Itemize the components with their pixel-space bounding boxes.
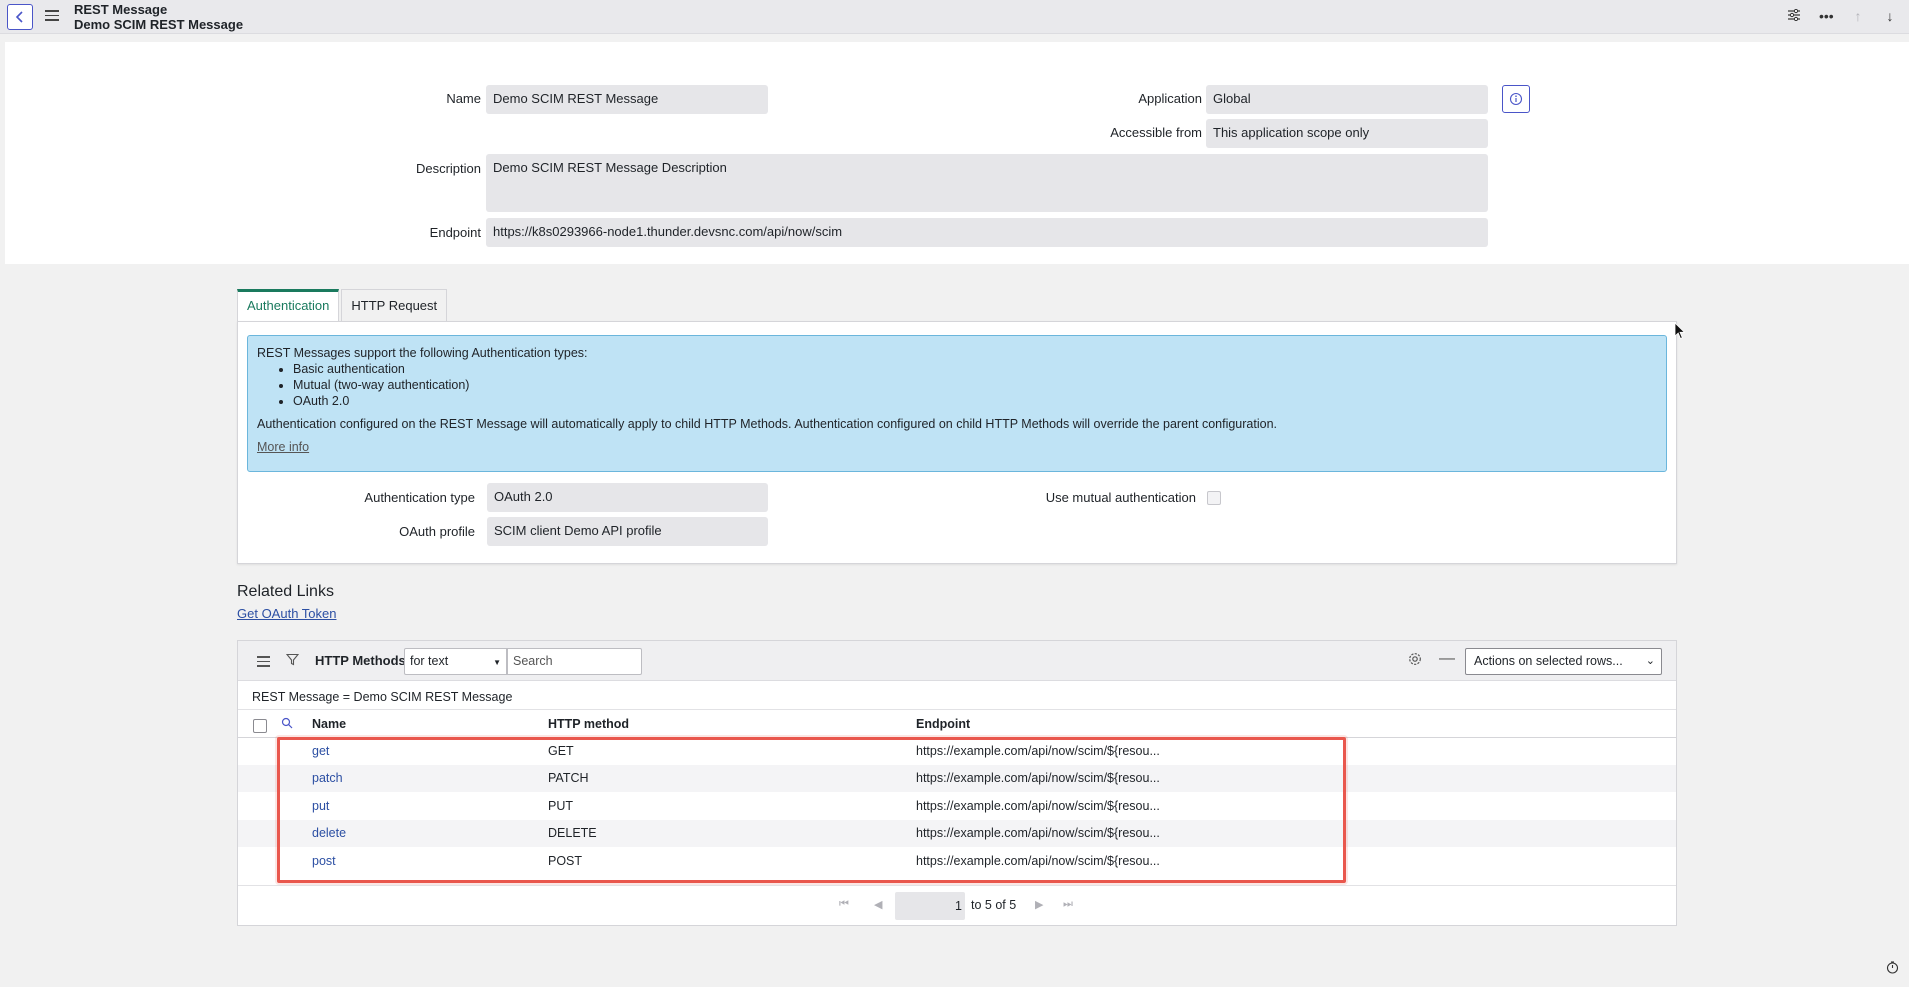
info-icon [1509, 92, 1523, 106]
last-page-icon[interactable]: ⏭ [1063, 898, 1073, 911]
row-method: PUT [548, 799, 573, 813]
list-item: Mutual (two-way authentication) [293, 377, 1657, 393]
endpoint-field[interactable]: https://k8s0293966-node1.thunder.devsnc.… [486, 218, 1488, 247]
record-title: Demo SCIM REST Message [74, 17, 244, 32]
search-icon[interactable] [281, 717, 293, 732]
tab-http-request[interactable]: HTTP Request [341, 289, 448, 321]
caret-down-icon: ▼ [493, 658, 501, 667]
table-row: patch PATCH https://example.com/api/now/… [238, 765, 1676, 792]
info-message: REST Messages support the following Auth… [247, 335, 1667, 472]
top-actions: ••• ↑ ↓ [1787, 8, 1897, 24]
row-name-link[interactable]: post [312, 854, 336, 868]
record-form: Name Demo SCIM REST Message Application … [5, 42, 1909, 264]
back-arrow-icon [15, 11, 23, 23]
info-intro: REST Messages support the following Auth… [257, 346, 588, 360]
get-oauth-token-link[interactable]: Get OAuth Token [237, 606, 337, 621]
authentication-panel: REST Messages support the following Auth… [237, 321, 1677, 564]
list-title: HTTP Methods [315, 653, 406, 668]
application-field[interactable]: Global [1206, 85, 1488, 114]
arrow-up-icon[interactable]: ↑ [1851, 8, 1865, 24]
row-method: DELETE [548, 826, 597, 840]
row-name-link[interactable]: get [312, 744, 329, 758]
description-field[interactable]: Demo SCIM REST Message Description [486, 154, 1488, 212]
column-http-method[interactable]: HTTP method [548, 717, 629, 731]
table-row: delete DELETE https://example.com/api/no… [238, 820, 1676, 847]
breadcrumb: REST Message = Demo SCIM REST Message [252, 690, 513, 704]
row-name-link[interactable]: patch [312, 771, 343, 785]
auth-types-list: Basic authentication Mutual (two-way aut… [293, 361, 1657, 409]
http-methods-list: HTTP Methods for text ▼ Search — Actions… [237, 640, 1677, 926]
arrow-down-icon[interactable]: ↓ [1883, 8, 1897, 24]
hamburger-icon[interactable] [45, 7, 59, 21]
table-row: post POST https://example.com/api/now/sc… [238, 848, 1676, 875]
related-links-heading: Related Links [237, 583, 334, 600]
row-name-link[interactable]: delete [312, 826, 346, 840]
back-button[interactable] [7, 4, 33, 30]
oauth-profile-field[interactable]: SCIM client Demo API profile [487, 517, 768, 546]
page-title-block: REST Message Demo SCIM REST Message [74, 2, 243, 32]
settings-sliders-icon[interactable] [1787, 8, 1801, 24]
select-value: for text [410, 654, 449, 668]
collapse-icon[interactable]: — [1439, 650, 1455, 668]
page-title: REST Message [74, 2, 168, 17]
page-range-text: to 5 of 5 [971, 898, 1017, 912]
page-number-input[interactable]: 1 [895, 892, 965, 920]
top-bar: REST Message Demo SCIM REST Message ••• … [0, 0, 1909, 34]
column-name[interactable]: Name [312, 717, 346, 731]
row-endpoint: https://example.com/api/now/scim/${resou… [916, 799, 1160, 813]
list-item: OAuth 2.0 [293, 393, 1657, 409]
first-page-icon[interactable]: ⏮ [839, 898, 849, 911]
info-paragraph: Authentication configured on the REST Me… [257, 417, 1277, 431]
select-all-checkbox[interactable] [253, 719, 267, 733]
list-search-input[interactable]: Search [507, 648, 642, 675]
info-button[interactable] [1502, 85, 1530, 113]
accessible-from-label: Accessible from [1110, 125, 1202, 140]
oauth-profile-label: OAuth profile [399, 524, 475, 539]
prev-page-icon[interactable]: ◀ [874, 898, 882, 911]
pagination: ⏮ ◀ 1 to 5 of 5 ▶ ⏭ [238, 885, 1676, 925]
table-row: get GET https://example.com/api/now/scim… [238, 738, 1676, 765]
table-row: put PUT https://example.com/api/now/scim… [238, 793, 1676, 820]
search-field-select[interactable]: for text ▼ [404, 648, 507, 675]
chevron-down-icon: ⌄ [1645, 655, 1655, 667]
row-method: POST [548, 854, 583, 868]
tab-authentication[interactable]: Authentication [237, 289, 340, 321]
next-page-icon[interactable]: ▶ [1035, 898, 1043, 911]
row-endpoint: https://example.com/api/now/scim/${resou… [916, 771, 1160, 785]
more-info-link[interactable]: More info [257, 439, 1657, 455]
timer-icon[interactable] [1886, 961, 1899, 977]
mutual-auth-checkbox[interactable] [1207, 491, 1221, 505]
row-endpoint: https://example.com/api/now/scim/${resou… [916, 826, 1160, 840]
list-header: HTTP Methods for text ▼ Search — Actions… [238, 641, 1676, 681]
list-item: Basic authentication [293, 361, 1657, 377]
section-tabs: Authentication HTTP Request [237, 289, 449, 321]
description-label: Description [415, 161, 481, 176]
actions-value: Actions on selected rows... [1474, 654, 1623, 668]
auth-type-field[interactable]: OAuth 2.0 [487, 483, 768, 512]
row-method: GET [548, 744, 574, 758]
row-endpoint: https://example.com/api/now/scim/${resou… [916, 854, 1160, 868]
application-label: Application [1138, 91, 1202, 106]
name-label: Name [446, 91, 481, 106]
row-endpoint: https://example.com/api/now/scim/${resou… [916, 744, 1160, 758]
list-menu-icon[interactable] [257, 656, 270, 670]
endpoint-label: Endpoint [429, 225, 481, 240]
more-icon[interactable]: ••• [1819, 8, 1834, 24]
column-header-row: Name HTTP method Endpoint [238, 709, 1676, 738]
filter-icon[interactable] [285, 653, 300, 669]
actions-select[interactable]: Actions on selected rows... ⌄ [1465, 648, 1662, 675]
accessible-from-field[interactable]: This application scope only [1206, 119, 1488, 148]
column-endpoint[interactable]: Endpoint [916, 717, 970, 731]
auth-type-label: Authentication type [364, 490, 475, 505]
name-field[interactable]: Demo SCIM REST Message [486, 85, 768, 114]
row-name-link[interactable]: put [312, 799, 329, 813]
mutual-auth-label: Use mutual authentication [1045, 490, 1196, 505]
mouse-cursor-icon [1674, 322, 1686, 345]
row-method: PATCH [548, 771, 589, 785]
gear-icon[interactable] [1408, 652, 1422, 669]
